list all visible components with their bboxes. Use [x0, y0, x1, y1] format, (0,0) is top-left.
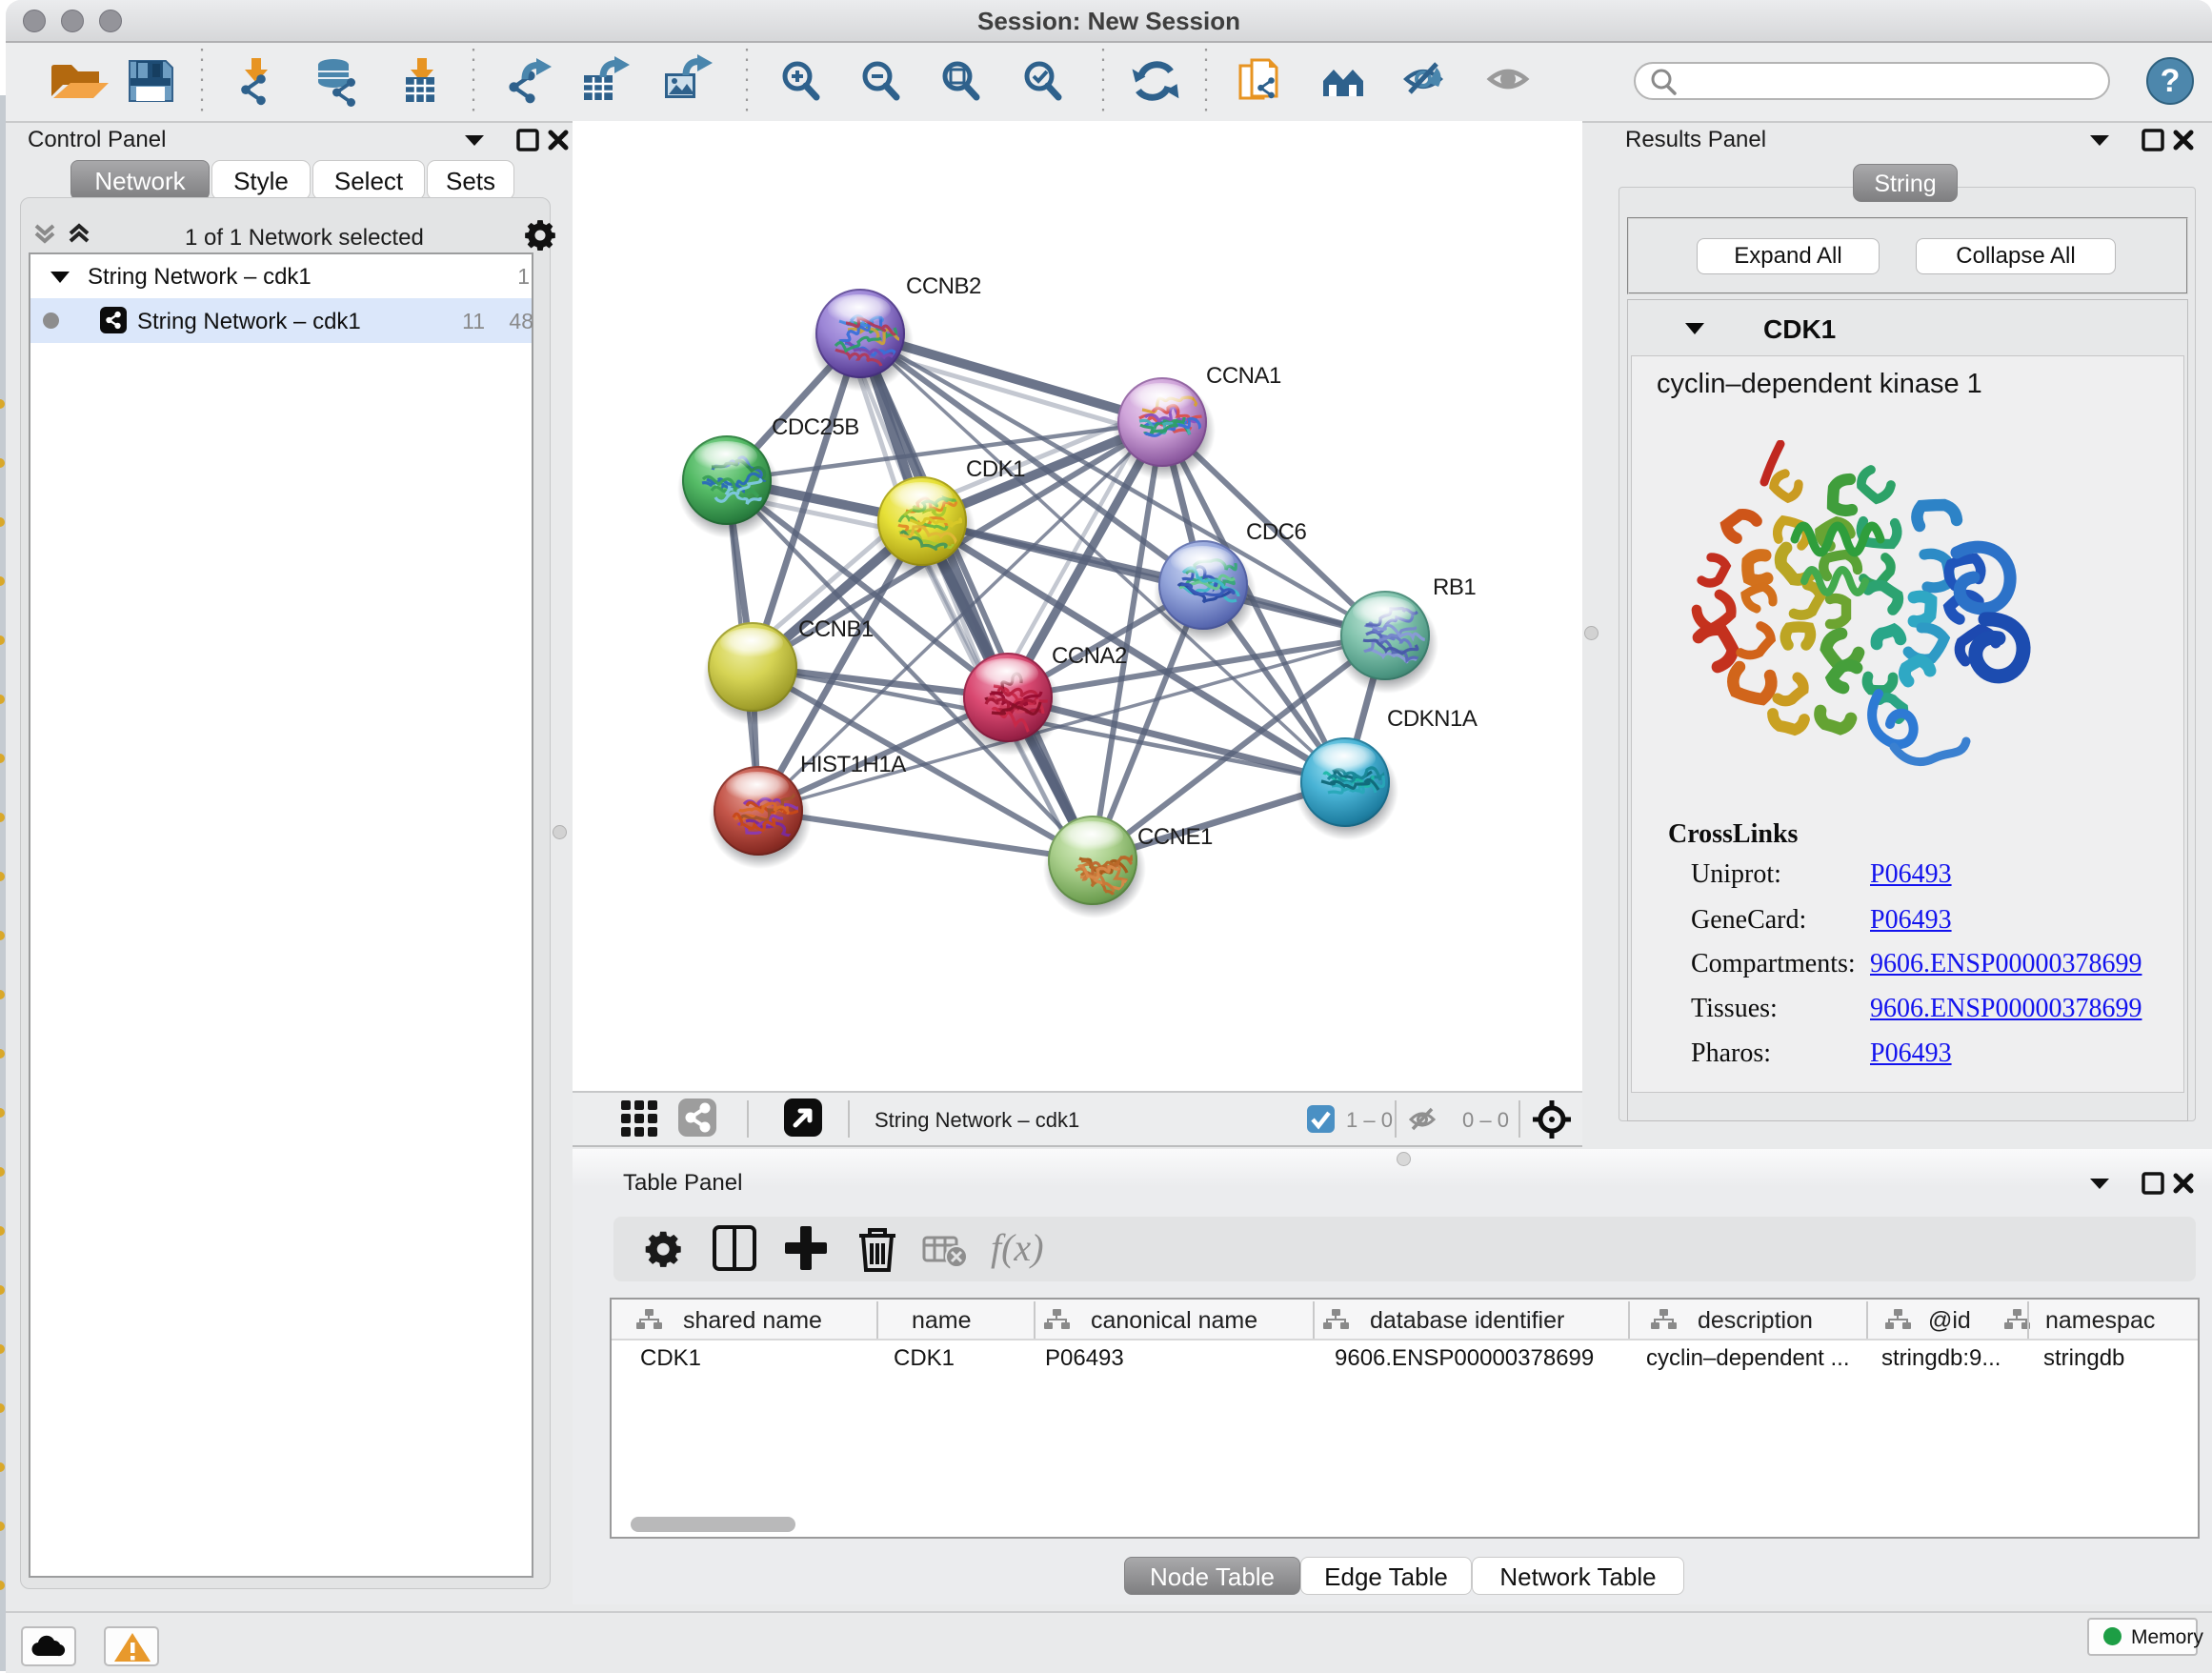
svg-text:CCNE1: CCNE1: [1137, 824, 1213, 850]
svg-text:CDK1: CDK1: [966, 456, 1025, 482]
svg-text:f(x): f(x): [991, 1226, 1044, 1269]
svg-text:CCNA2: CCNA2: [1052, 643, 1127, 669]
svg-text:?: ?: [2161, 63, 2181, 99]
svg-text:HIST1H1A: HIST1H1A: [800, 752, 906, 777]
svg-text:CDKN1A: CDKN1A: [1387, 706, 1478, 732]
svg-text:1 – 0: 1 – 0: [1346, 1108, 1393, 1132]
svg-text:CCNB2: CCNB2: [906, 273, 981, 299]
svg-text:RB1: RB1: [1433, 574, 1476, 600]
svg-text:CCNA1: CCNA1: [1206, 363, 1281, 389]
svg-text:CDC6: CDC6: [1246, 519, 1306, 545]
svg-text:String Network – cdk1: String Network – cdk1: [875, 1108, 1079, 1132]
svg-text:0 – 0: 0 – 0: [1462, 1108, 1509, 1132]
svg-text:CCNB1: CCNB1: [798, 616, 874, 642]
svg-text:CDC25B: CDC25B: [772, 414, 859, 440]
